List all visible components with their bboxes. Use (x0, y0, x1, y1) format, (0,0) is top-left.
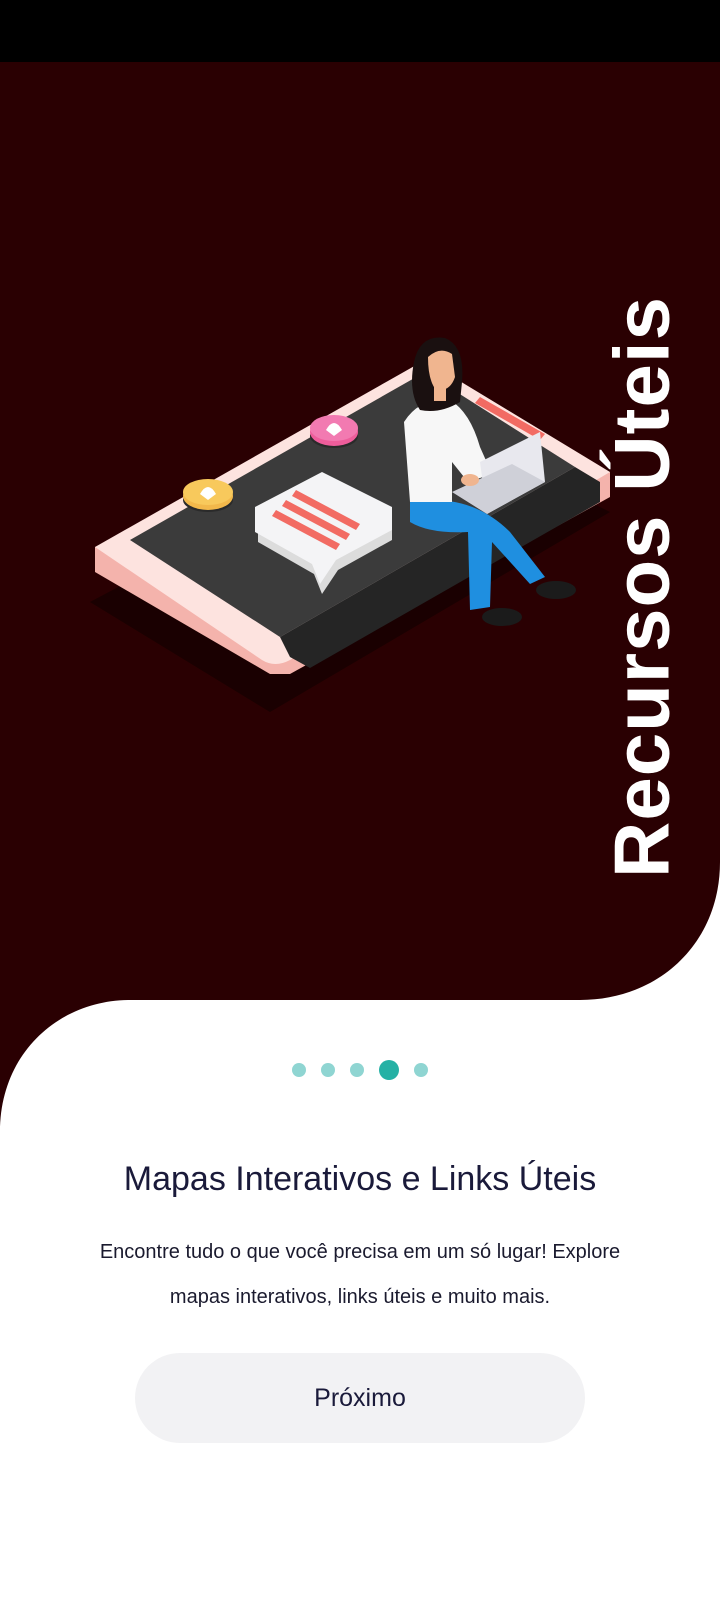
hero-section: Recursos Úteis (0, 62, 720, 1162)
next-button-label: Próximo (314, 1383, 406, 1412)
vertical-title: Recursos Úteis (597, 296, 686, 878)
pagination-dots (0, 1055, 720, 1085)
location-pin-icon (310, 415, 358, 448)
page-title: Mapas Interativos e Links Úteis (123, 1160, 597, 1198)
description-text: Encontre tudo o que você precisa em um s… (99, 1241, 621, 1308)
next-button[interactable]: Próximo (135, 1353, 585, 1443)
status-bar (0, 0, 720, 62)
page-dot[interactable] (350, 1063, 364, 1077)
page-dot[interactable] (292, 1063, 306, 1077)
location-pin-icon (183, 479, 233, 512)
page-dot-active[interactable] (379, 1060, 399, 1080)
page-dot[interactable] (321, 1063, 335, 1077)
page-dot[interactable] (414, 1063, 428, 1077)
